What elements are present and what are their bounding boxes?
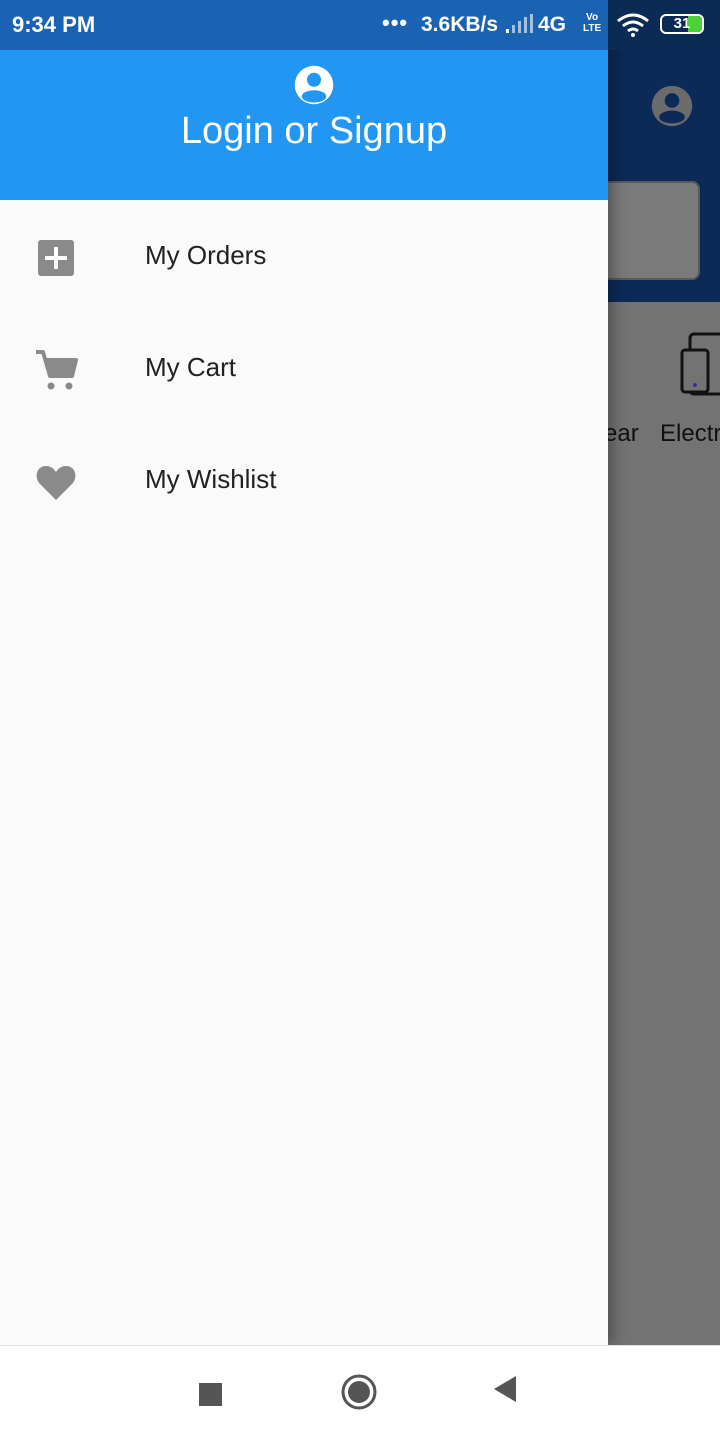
heart-icon	[36, 466, 76, 500]
account-circle-icon	[294, 65, 334, 105]
drawer-header[interactable]: Login or Signup	[0, 50, 608, 200]
drawer-item-my-wishlist[interactable]: My Wishlist	[0, 424, 608, 536]
login-signup-title[interactable]: Login or Signup	[0, 110, 628, 153]
drawer-item-label: My Orders	[145, 240, 267, 270]
network-type: 4G	[538, 13, 567, 36]
battery-icon: 31	[660, 14, 704, 34]
volte-icon: Vo LTE	[583, 12, 601, 34]
status-time: 9:34 PM	[12, 12, 96, 37]
account-circle-icon[interactable]	[650, 84, 694, 128]
status-dots: •••	[382, 10, 409, 35]
add-box-icon	[38, 240, 74, 276]
volte-top: Vo	[586, 12, 599, 23]
status-bar: 9:34 PM ••• 3.6KB/s 4G Vo LTE 31	[0, 0, 720, 50]
navigation-drawer: Login or Signup My Orders My Cart My Wis…	[0, 0, 608, 1345]
back-button[interactable]	[492, 1374, 518, 1404]
drawer-item-label: My Cart	[145, 352, 236, 382]
home-button[interactable]	[341, 1374, 377, 1410]
wifi-icon	[617, 13, 649, 37]
system-nav-bar	[0, 1345, 720, 1441]
category-label[interactable]: Electr	[660, 420, 720, 448]
volte-bottom: LTE	[583, 23, 602, 34]
recents-button[interactable]	[199, 1383, 222, 1406]
category-label[interactable]: ear	[604, 420, 639, 448]
drawer-item-my-orders[interactable]: My Orders	[0, 200, 608, 312]
drawer-item-my-cart[interactable]: My Cart	[0, 312, 608, 424]
network-speed: 3.6KB/s	[421, 13, 499, 36]
drawer-item-label: My Wishlist	[145, 464, 277, 494]
phone-icon[interactable]	[678, 330, 720, 400]
battery-level: 31	[673, 15, 691, 32]
signal-icon	[506, 14, 533, 33]
shopping-cart-icon	[36, 350, 78, 390]
